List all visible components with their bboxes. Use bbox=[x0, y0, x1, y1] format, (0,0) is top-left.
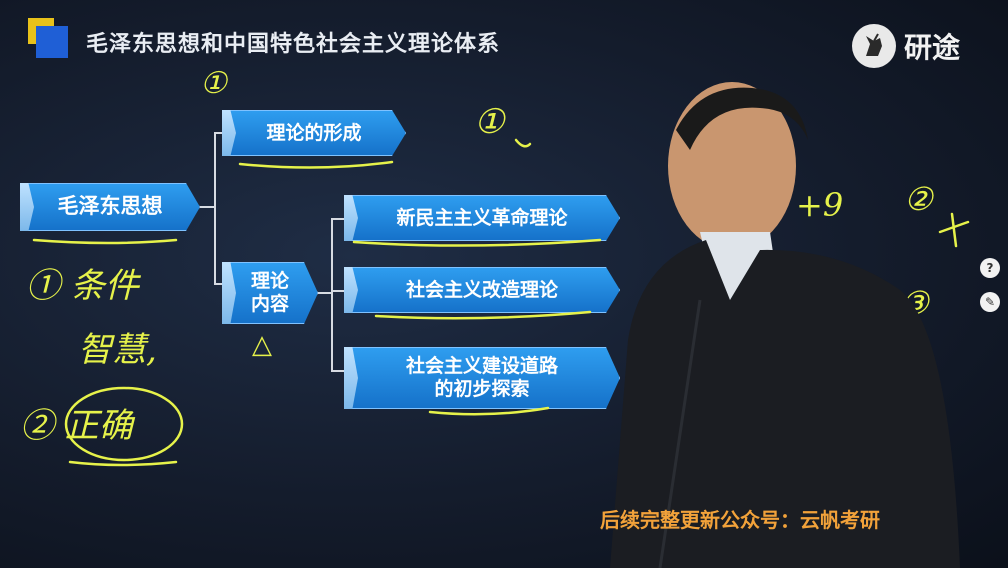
video-frame: 毛泽东思想和中国特色社会主义理论体系 研途 毛泽东思想 理论的形成 理论 内容 … bbox=[0, 0, 1008, 568]
presenter-figure bbox=[610, 82, 960, 568]
help-button[interactable]: ? bbox=[980, 258, 1000, 278]
edit-button[interactable]: ✎ bbox=[980, 292, 1000, 312]
subtitle-caption: 后续完整更新公众号：云帆考研 bbox=[600, 508, 880, 532]
